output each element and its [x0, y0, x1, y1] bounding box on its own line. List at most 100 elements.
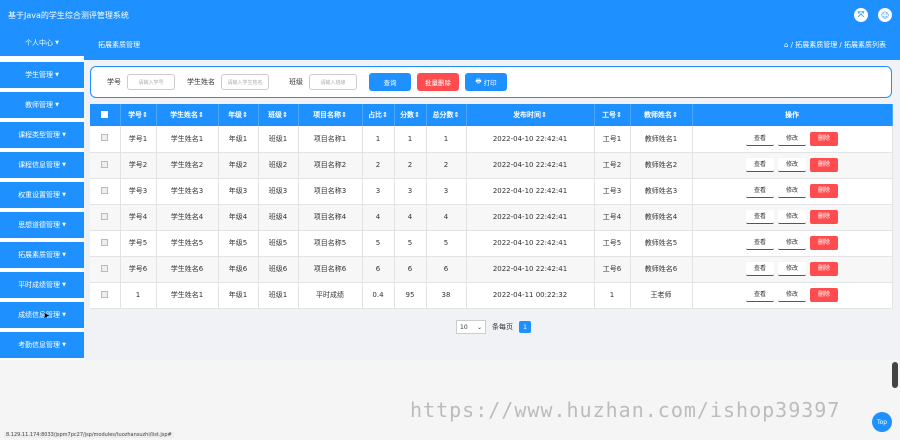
student-no-label: 学号	[107, 78, 121, 86]
edit-button[interactable]: 修改	[778, 236, 806, 250]
row-checkbox[interactable]	[90, 126, 121, 153]
col-project[interactable]: 项目名称⇕	[298, 104, 363, 126]
col-ratio[interactable]: 占比⇕	[362, 104, 395, 126]
back-to-top-button[interactable]: Top	[872, 412, 892, 432]
table-cell: 工号3	[594, 178, 631, 205]
class-input[interactable]: 请输入班级	[309, 74, 357, 90]
sidebar-item-course-types[interactable]: 课程类型管理 ▼	[0, 122, 84, 148]
table-cell: 2022-04-10 22:42:41	[466, 152, 595, 179]
view-button[interactable]: 查看	[746, 288, 774, 302]
table-cell: 5	[426, 230, 467, 257]
col-class[interactable]: 班级⇕	[258, 104, 299, 126]
watermark: https://www.huzhan.com/ishop39397	[410, 398, 841, 422]
edit-button[interactable]: 修改	[778, 210, 806, 224]
table-cell: 教师姓名6	[630, 256, 693, 283]
view-button[interactable]: 查看	[746, 184, 774, 198]
view-button[interactable]: 查看	[746, 210, 774, 224]
table-cell: 学生姓名1	[156, 126, 219, 153]
col-staff-no[interactable]: 工号⇕	[594, 104, 631, 126]
sidebar-item-moral[interactable]: 思想道德管理 ▼	[0, 212, 84, 238]
select-all-checkbox[interactable]	[90, 104, 121, 126]
row-checkbox[interactable]	[90, 152, 121, 179]
col-teacher-name[interactable]: 教师姓名⇕	[630, 104, 693, 126]
row-checkbox[interactable]	[90, 230, 121, 257]
sidebar-item-daily-grades[interactable]: 平时成绩管理 ▼	[0, 272, 84, 298]
col-student-no[interactable]: 学号⇕	[120, 104, 157, 126]
app-title: 基于Java的学生综合测评管理系统	[8, 10, 129, 20]
student-name-input[interactable]: 请输入学生姓名	[221, 74, 269, 90]
delete-button[interactable]: 删除	[810, 131, 838, 146]
table-cell: 2022-04-11 00:22:32	[466, 282, 595, 309]
table-cell: 2022-04-10 22:42:41	[466, 230, 595, 257]
row-checkbox[interactable]	[90, 178, 121, 205]
view-button[interactable]: 查看	[746, 262, 774, 276]
query-button[interactable]: 查询	[369, 73, 411, 91]
table-cell: 项目名称6	[298, 256, 363, 283]
breadcrumb[interactable]: ⌂ / 拓展素质管理 / 拓展素质列表	[784, 40, 886, 50]
table-cell: 班级5	[258, 230, 299, 257]
delete-button[interactable]: 删除	[810, 184, 838, 198]
sidebar-item-attendance[interactable]: 考勤信息管理 ▼	[0, 332, 84, 358]
table-cell: 班级6	[258, 256, 299, 283]
table-cell: 38	[426, 282, 467, 309]
chevron-down-icon: ▼	[62, 252, 66, 258]
col-score[interactable]: 分数⇕	[394, 104, 427, 126]
col-student-name[interactable]: 学生姓名⇕	[156, 104, 219, 126]
table-cell: 3	[426, 178, 467, 205]
edit-button[interactable]: 修改	[778, 288, 806, 302]
chevron-down-icon: ▼	[55, 72, 59, 78]
sidebar-item-personal-center[interactable]: 个人中心 ▼	[0, 30, 84, 56]
view-button[interactable]: 查看	[746, 236, 774, 250]
edit-button[interactable]: 修改	[778, 158, 806, 172]
scrollbar[interactable]	[892, 362, 898, 388]
table-cell: 班级3	[258, 178, 299, 205]
table-cell: 工号2	[594, 152, 631, 179]
table-cell: 项目名称2	[298, 152, 363, 179]
page-number[interactable]: 1	[519, 321, 531, 333]
col-total-score[interactable]: 总分数⇕	[426, 104, 467, 126]
search-panel: 学号 请输入学号 学生姓名 请输入学生姓名 班级 请输入班级 查询 批量删除 🖶…	[90, 66, 892, 98]
batch-delete-button[interactable]: 批量删除	[417, 73, 459, 91]
delete-button[interactable]: 删除	[810, 236, 838, 250]
table-row: 学号1 学生姓名1 年级1 班级1 项目名称1 1 1 1 2022-04-10 22:42:4…	[90, 126, 893, 153]
table-cell: 3	[362, 178, 395, 205]
row-checkbox[interactable]	[90, 282, 121, 309]
edit-button[interactable]: 修改	[778, 184, 806, 198]
student-no-input[interactable]: 请输入学号	[127, 74, 175, 90]
edit-button[interactable]: 修改	[778, 262, 806, 276]
edit-button[interactable]: 修改	[778, 131, 806, 146]
delete-button[interactable]: 删除	[810, 288, 838, 302]
table-cell: 学生姓名1	[156, 282, 219, 309]
class-label: 班级	[289, 78, 303, 86]
delete-button[interactable]: 删除	[810, 262, 838, 276]
row-actions: 查看 修改 删除	[692, 204, 893, 231]
table-cell: 2	[426, 152, 467, 179]
row-checkbox[interactable]	[90, 204, 121, 231]
sidebar-item-course-info[interactable]: 课程信息管理 ▼	[0, 152, 84, 178]
col-publish-time[interactable]: 发布时间⇕	[466, 104, 595, 126]
delete-button[interactable]: 删除	[810, 210, 838, 224]
sidebar-item-weights[interactable]: 权重设置管理 ▼	[0, 182, 84, 208]
table-cell: 0.4	[362, 282, 395, 309]
fullscreen-icon[interactable]: ⤧	[854, 8, 868, 22]
table-cell: 工号6	[594, 256, 631, 283]
table-cell: 年级1	[218, 282, 259, 309]
sidebar-item-students[interactable]: 学生管理 ▼	[0, 62, 84, 88]
page-title: 拓展素质管理	[98, 41, 140, 49]
delete-button[interactable]: 删除	[810, 158, 838, 172]
table-cell: 1	[362, 126, 395, 153]
sidebar-item-teachers[interactable]: 教师管理 ▼	[0, 92, 84, 118]
table-cell: 1	[594, 282, 631, 309]
sidebar-item-extended-quality[interactable]: 拓展素质管理 ▼	[0, 242, 84, 268]
table-row: 学号5 学生姓名5 年级5 班级5 项目名称5 5 5 5 2022-04-10 22:42:4…	[90, 230, 893, 257]
col-grade[interactable]: 年级⇕	[218, 104, 259, 126]
sidebar-item-grade-info[interactable]: 成绩信息管理 ▼	[0, 302, 84, 328]
row-checkbox[interactable]	[90, 256, 121, 283]
view-button[interactable]: 查看	[746, 158, 774, 172]
print-button[interactable]: 🖶 打印	[465, 73, 507, 91]
table-cell: 教师姓名4	[630, 204, 693, 231]
page-size-select[interactable]: 10 ⌄	[456, 320, 486, 334]
view-button[interactable]: 查看	[746, 131, 774, 146]
table-row: 学号4 学生姓名4 年级4 班级4 项目名称4 4 4 4 2022-04-10 22:42:4…	[90, 204, 893, 231]
user-icon[interactable]: ☺	[878, 8, 892, 22]
